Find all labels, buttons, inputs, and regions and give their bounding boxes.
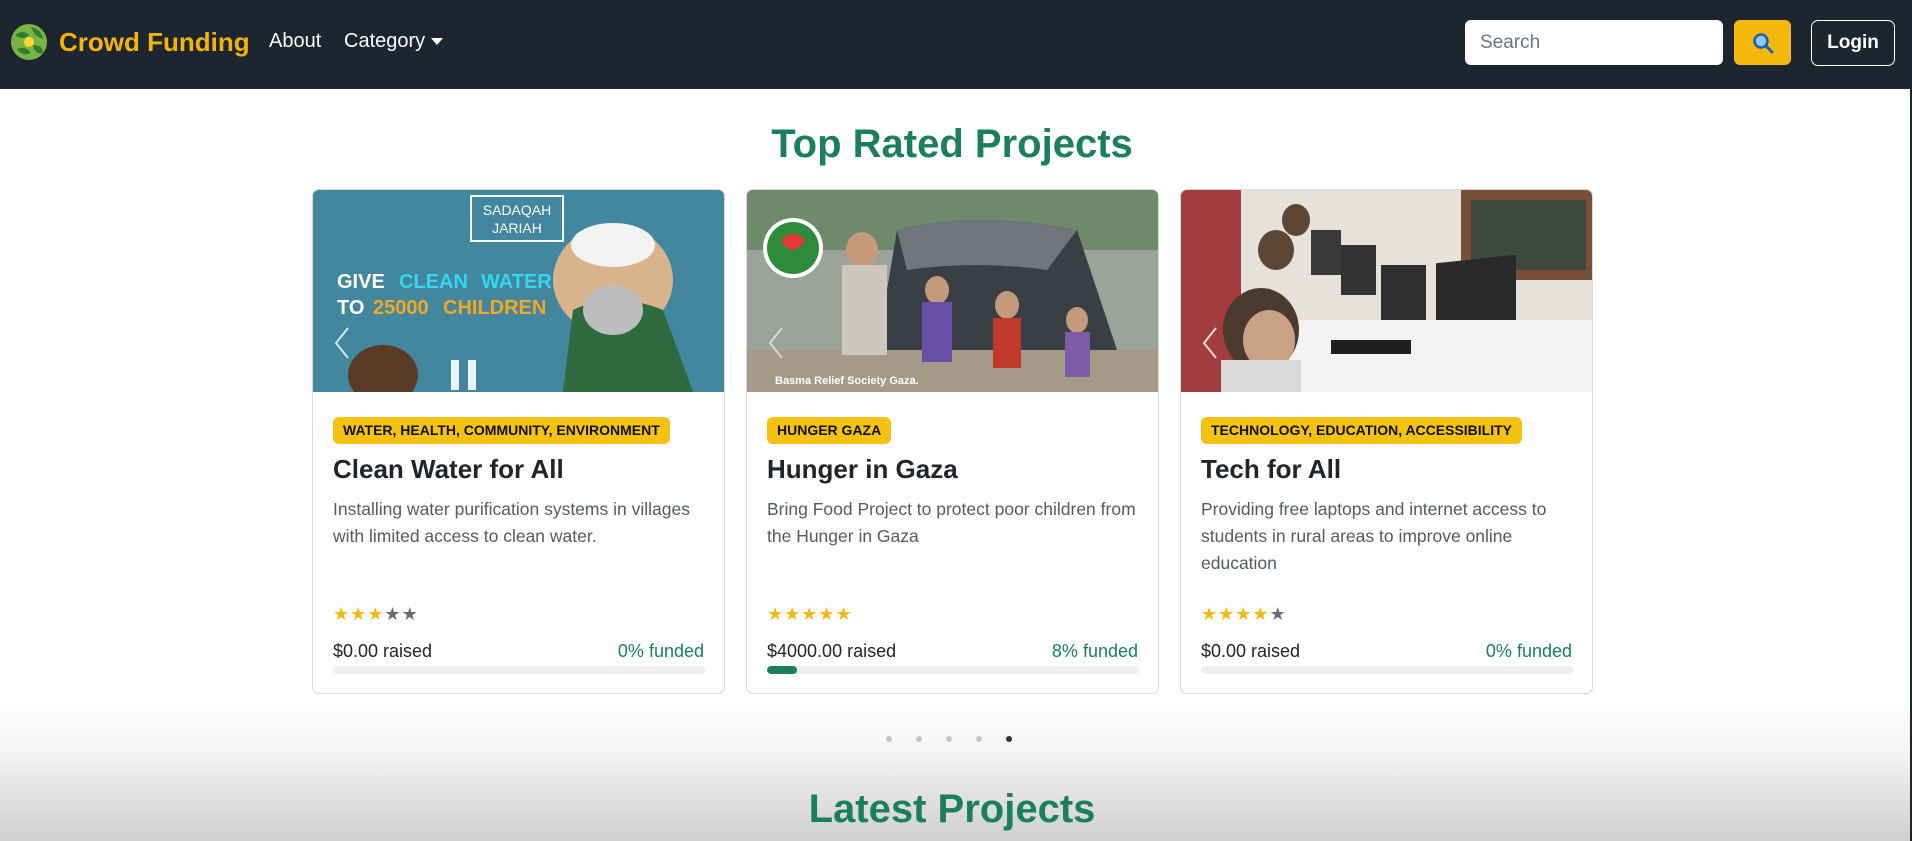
raised-amount: $4000.00 raised: [767, 641, 897, 661]
image-text-to: TO: [337, 297, 364, 319]
funded-percent: 8% funded: [1051, 641, 1138, 661]
top-rated-title: Top Rated Projects: [771, 122, 1133, 166]
navbar: Crowd Funding About Category Login: [0, 0, 1912, 89]
caret-down-icon: [431, 38, 444, 45]
image-text-clean: CLEAN: [399, 271, 468, 293]
rating-stars: ★★★★★: [767, 604, 853, 625]
progress-fill: [767, 666, 797, 674]
rating-stars: ★★★★★: [333, 604, 419, 625]
login-button[interactable]: Login: [1811, 20, 1895, 66]
progress-bar: [767, 666, 1139, 674]
project-image: Basma Relief Society Gaza.: [747, 190, 1158, 392]
search-button[interactable]: [1734, 20, 1791, 65]
progress-bar: [333, 666, 705, 674]
category-badge: TECHNOLOGY, EDUCATION, ACCESSIBILITY: [1201, 417, 1523, 444]
rating-stars: ★★★★★: [1201, 604, 1287, 625]
project-image: SADAQAH JARIAH GIVE CLEAN WATER TO 25000…: [313, 190, 724, 392]
project-card[interactable]: Basma Relief Society Gaza. HUNGER GAZA H…: [746, 189, 1159, 694]
brand-link[interactable]: Crowd Funding: [9, 21, 250, 63]
globe-leaf-icon: [11, 24, 47, 60]
category-badge: HUNGER GAZA: [767, 417, 892, 444]
chevron-left-icon[interactable]: [1201, 325, 1219, 361]
brand-name: Crowd Funding: [59, 26, 250, 57]
star-filled-icon: ★: [333, 604, 351, 624]
image-text-line1: SADAQAH: [483, 202, 551, 218]
nav-category-dropdown[interactable]: Category: [344, 30, 444, 53]
nav-about[interactable]: About: [269, 30, 321, 53]
image-text-give: GIVE: [337, 271, 385, 293]
nav-category-label: Category: [344, 30, 426, 52]
image-text-children: CHILDREN: [443, 297, 546, 319]
image-text-water: WATER: [481, 271, 552, 293]
star-filled-icon: ★: [818, 604, 836, 624]
image-text-line2: JARIAH: [492, 220, 542, 236]
project-title[interactable]: Clean Water for All: [333, 454, 564, 485]
star-filled-icon: ★: [1252, 604, 1270, 624]
project-card[interactable]: TECHNOLOGY, EDUCATION, ACCESSIBILITY Tec…: [1180, 189, 1593, 694]
raised-amount: $0.00 raised: [1201, 641, 1301, 661]
project-description: Bring Food Project to protect poor child…: [767, 499, 1136, 546]
star-filled-icon: ★: [350, 604, 368, 624]
star-empty-icon: ★: [401, 604, 419, 624]
star-filled-icon: ★: [767, 604, 785, 624]
search-input[interactable]: [1465, 20, 1723, 65]
project-description: Installing water purification systems in…: [333, 499, 690, 546]
carousel-indicators: [886, 736, 1036, 742]
progress-bar: [1201, 666, 1573, 674]
star-empty-icon: ★: [1269, 604, 1287, 624]
star-empty-icon: ★: [384, 604, 402, 624]
star-filled-icon: ★: [1218, 604, 1236, 624]
star-filled-icon: ★: [784, 604, 802, 624]
funded-percent: 0% funded: [1485, 641, 1572, 661]
star-filled-icon: ★: [367, 604, 385, 624]
star-filled-icon: ★: [801, 604, 819, 624]
carousel-indicator-3[interactable]: [946, 736, 952, 742]
star-filled-icon: ★: [1235, 604, 1253, 624]
raised-amount: $0.00 raised: [333, 641, 433, 661]
image-text-count: 25000: [373, 297, 429, 319]
carousel-indicator-1[interactable]: [886, 736, 892, 742]
project-image: [1181, 190, 1592, 392]
star-filled-icon: ★: [835, 604, 853, 624]
chevron-left-icon[interactable]: [767, 325, 785, 361]
category-badge: WATER, HEALTH, COMMUNITY, ENVIRONMENT: [333, 417, 670, 444]
project-title[interactable]: Hunger in Gaza: [767, 454, 958, 485]
latest-projects-title: Latest Projects: [808, 787, 1096, 831]
carousel-indicator-4[interactable]: [976, 736, 982, 742]
magnifier-icon: [1752, 32, 1773, 53]
star-filled-icon: ★: [1201, 604, 1219, 624]
carousel-indicator-2[interactable]: [916, 736, 922, 742]
carousel-indicator-5[interactable]: [1006, 736, 1012, 742]
chevron-left-icon[interactable]: [333, 325, 351, 361]
project-title[interactable]: Tech for All: [1201, 454, 1341, 485]
project-description: Providing free laptops and internet acce…: [1201, 499, 1547, 573]
funded-percent: 0% funded: [617, 641, 704, 661]
project-card[interactable]: SADAQAH JARIAH GIVE CLEAN WATER TO 25000…: [312, 189, 725, 694]
image-caption: Basma Relief Society Gaza.: [775, 375, 919, 387]
